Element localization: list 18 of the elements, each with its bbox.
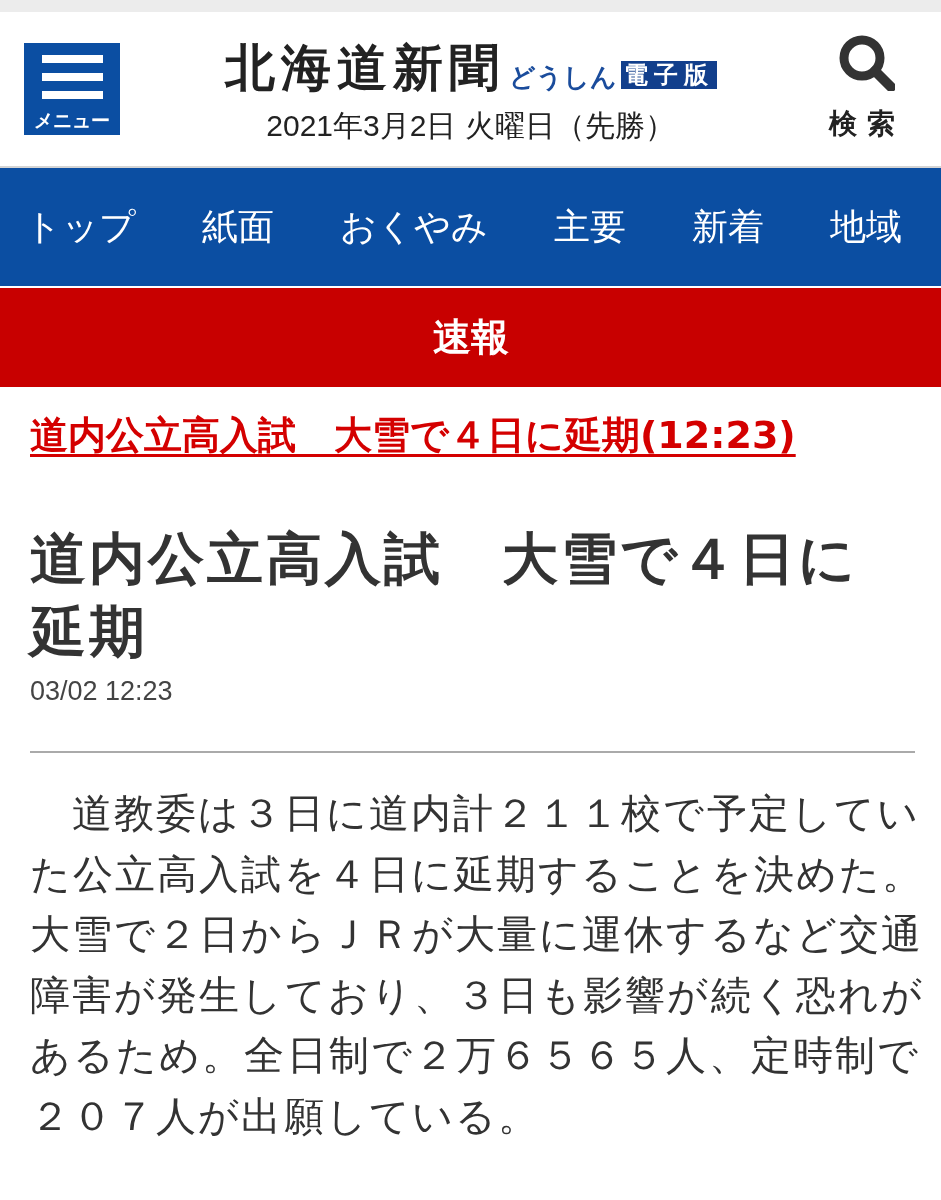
nav-tab[interactable]: トップ [25, 202, 136, 252]
menu-icon [41, 55, 103, 99]
edition-badge: 電子版 [620, 60, 717, 89]
nav-tab[interactable]: おくやみ [340, 202, 488, 252]
newspaper-logo: 北海道新聞 [224, 42, 505, 93]
menu-button[interactable]: メニュー [24, 43, 120, 135]
nav-tab[interactable]: 紙面 [202, 202, 274, 252]
search-button[interactable]: 検索 [819, 35, 905, 143]
article-timestamp: 03/02 12:23 [30, 676, 173, 708]
nav-tab[interactable]: 主要 [554, 202, 626, 252]
article-body: 道教委は３日に道内計２１１校で予定していた公立高入試を４日に延期することを決めた。大雪で２日からＪＲが大量に運休するなど交通障害が発生しており、３日も影響が続く恐れがあるため。全日制で２万６５６５人、定時制で２０７人が出願している。 [30, 789, 926, 1141]
banner-label: 速報 [432, 314, 509, 361]
search-icon [839, 35, 895, 91]
logo-subtitle: どうしん [508, 63, 617, 93]
nav-tab[interactable]: 地域 [830, 202, 902, 252]
breaking-news-link[interactable]: 道内公立高入試 大雪で４日に延期(12:23) [30, 413, 796, 457]
nav-tab[interactable]: 新着 [692, 202, 764, 252]
date-label: 2021年3月2日 火曜日（先勝） [266, 108, 675, 142]
